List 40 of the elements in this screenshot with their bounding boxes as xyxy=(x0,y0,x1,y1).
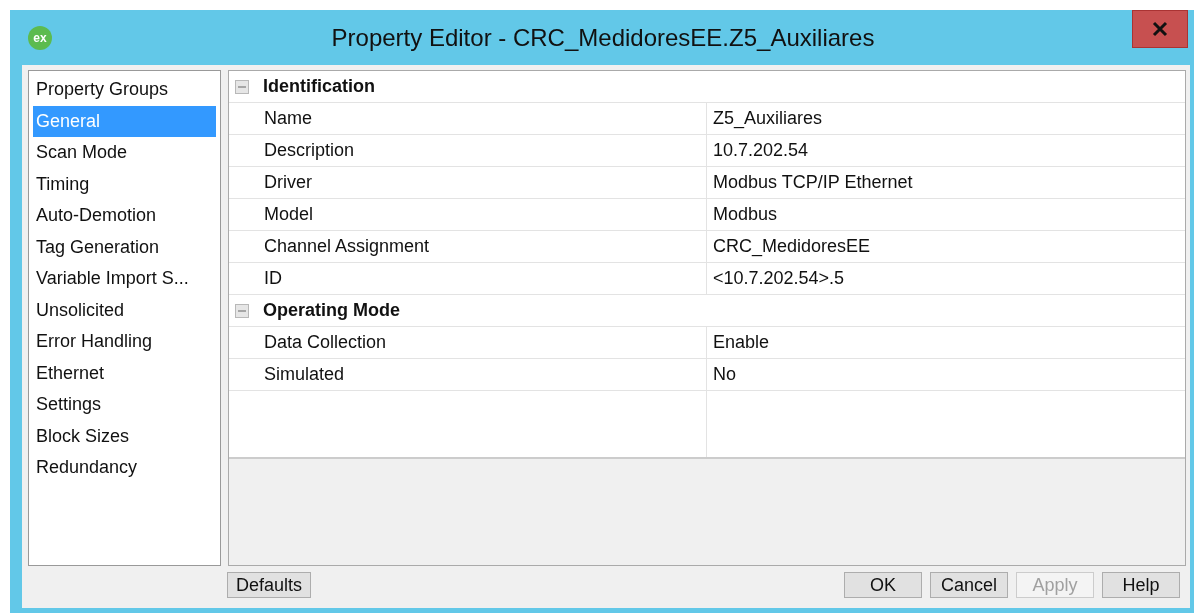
property-value[interactable]: Modbus xyxy=(707,199,1185,230)
group-item[interactable]: Block Sizes xyxy=(33,420,220,452)
property-name: Description xyxy=(229,135,707,166)
property-name: Channel Assignment xyxy=(229,231,707,262)
list-header: Property Groups xyxy=(35,78,170,101)
group-item[interactable]: Unsolicited xyxy=(33,294,220,326)
group-item[interactable]: Auto-Demotion xyxy=(33,200,220,232)
dialog-button[interactable]: Help xyxy=(1102,572,1180,598)
property-value[interactable]: CRC_MedidoresEE xyxy=(707,231,1185,262)
property-name: Simulated xyxy=(229,359,707,390)
collapse-icon[interactable] xyxy=(235,79,249,94)
section-title: Operating Mode xyxy=(263,300,400,321)
property-name: Model xyxy=(229,199,707,230)
close-button[interactable] xyxy=(1132,10,1188,48)
dialog-button[interactable]: Defaults xyxy=(227,572,312,598)
window-title: Property Editor - CRC_MedidoresEE.Z5_Auxiliares xyxy=(330,23,876,52)
group-item[interactable]: Scan Mode xyxy=(33,137,220,169)
property-value[interactable]: No xyxy=(707,359,1185,390)
dialog-button[interactable]: OK xyxy=(843,572,922,598)
property-value[interactable]: Z5_Auxiliares xyxy=(707,103,1185,134)
dialog-button[interactable]: Cancel xyxy=(929,572,1008,598)
property-name: Name xyxy=(229,103,707,134)
app-logo: ex xyxy=(28,25,52,50)
group-item[interactable]: Tag Generation xyxy=(33,231,220,263)
group-item[interactable]: Variable Import S... xyxy=(33,263,220,295)
group-item[interactable]: Settings xyxy=(33,389,220,421)
group-item[interactable]: Timing xyxy=(33,168,220,200)
property-value[interactable]: 10.7.202.54 xyxy=(707,135,1185,166)
group-item[interactable]: Redundancy xyxy=(33,452,220,484)
property-value[interactable]: Enable xyxy=(707,327,1185,358)
property-value[interactable]: <10.7.202.54>.5 xyxy=(707,263,1185,294)
property-value[interactable]: Modbus TCP/IP Ethernet xyxy=(707,167,1185,198)
group-item[interactable]: Ethernet xyxy=(33,357,220,389)
property-name: Data Collection xyxy=(229,327,707,358)
collapse-icon[interactable] xyxy=(235,303,249,318)
property-name: ID xyxy=(229,263,707,294)
close-icon xyxy=(1152,21,1168,37)
group-item[interactable]: Error Handling xyxy=(33,326,220,358)
property-name: Driver xyxy=(229,167,707,198)
section-title: Identification xyxy=(263,76,375,97)
